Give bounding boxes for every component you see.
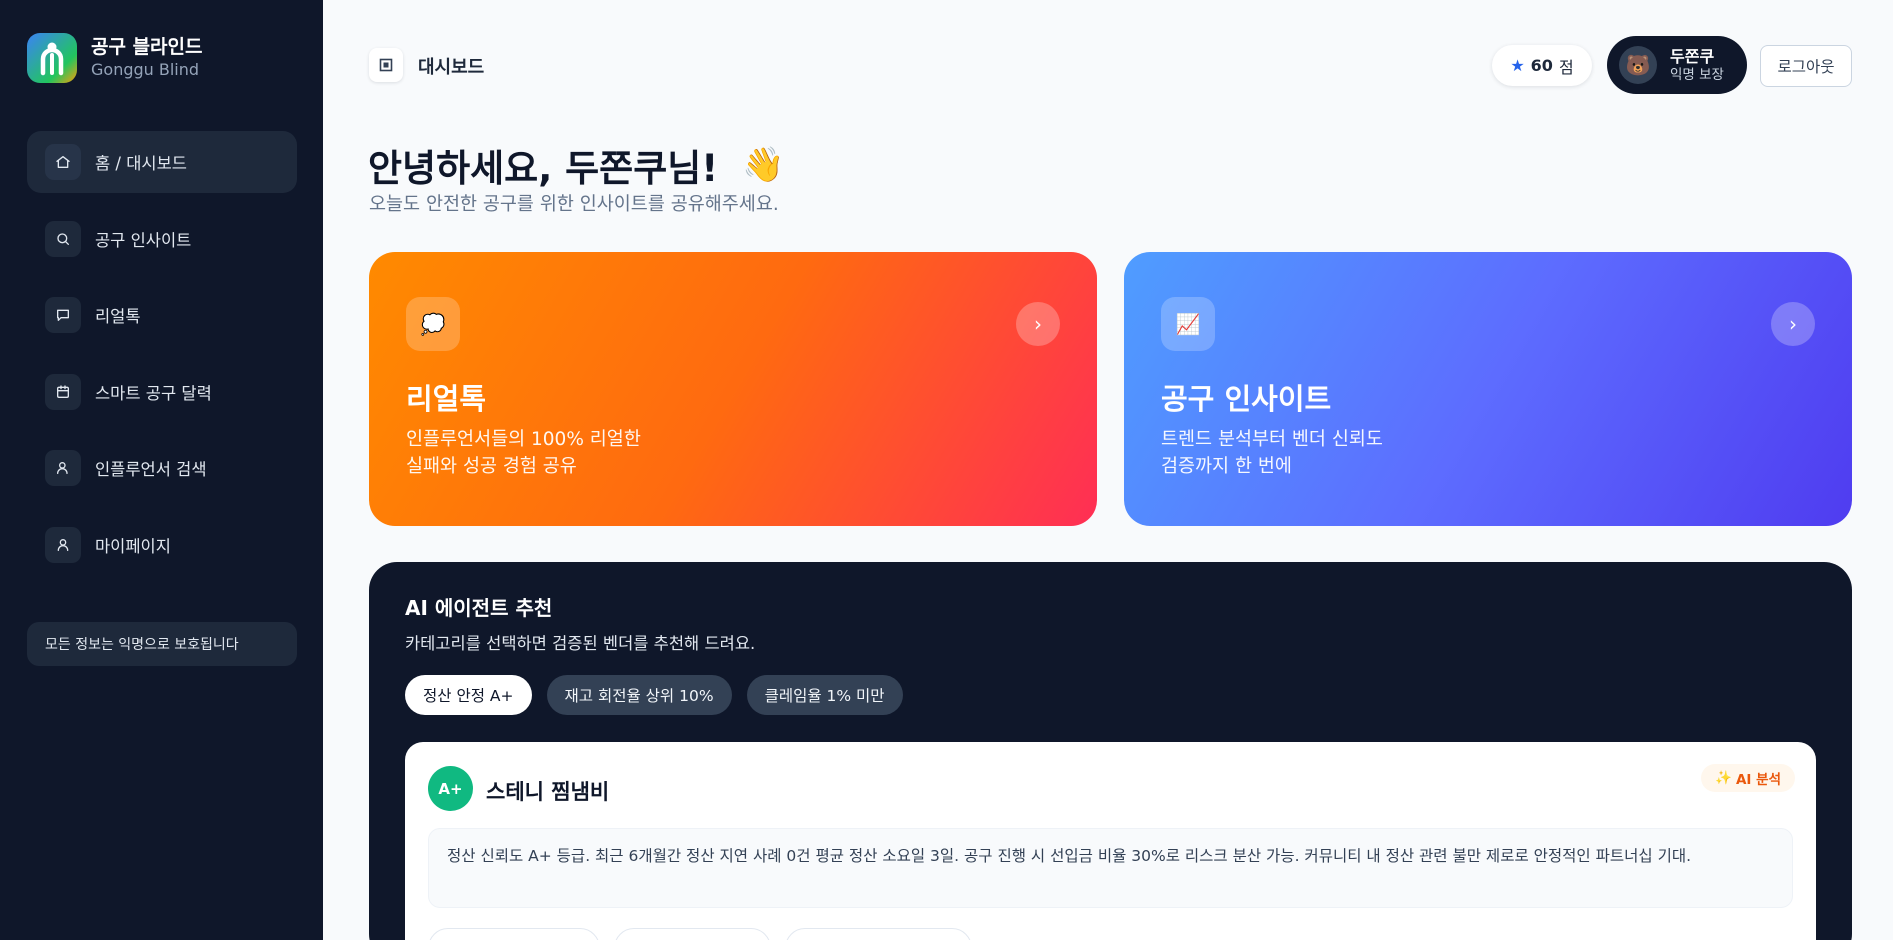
insight-card[interactable]: 📈 › 공구 인사이트 트렌드 분석부터 벤더 신뢰도 검증까지 한 번에 [1124,252,1852,526]
sidebar-item-realtalk[interactable]: 리얼톡 [27,284,297,346]
avatar: 🐻 [1619,46,1657,84]
card-description-line: 실패와 성공 경험 공유 [406,456,577,477]
profile-chip[interactable]: 🐻 두쫀쿠 익명 보장 [1607,36,1747,94]
vendor-tags [428,928,972,940]
sidebar-item-label: 스마트 공구 달력 [95,383,212,403]
ai-panel-title: AI 에이전트 추천 [405,596,553,620]
user-search-icon [45,450,81,486]
points-value: 60 [1530,56,1553,75]
search-icon [45,220,81,257]
sidebar: 공구 블라인드 Gonggu Blind 홈 / 대시보드 공구 인사이트 리얼… [0,0,323,940]
card-title: 리얼톡 [406,382,487,416]
chevron-right-icon[interactable]: › [1016,302,1060,346]
breadcrumb: 대시보드 [418,57,485,78]
greeting-text: 안녕하세요, 두쫀쿠님! [368,147,719,190]
home-icon [45,144,81,180]
greeting-title: 안녕하세요, 두쫀쿠님! 👋 [368,138,785,192]
sidebar-item-mypage[interactable]: 마이페이지 [27,514,297,576]
card-description-line: 트렌드 분석부터 벤더 신뢰도 [1161,429,1383,450]
points-unit: 점 [1558,57,1574,77]
category-chips: 정산 안정 A+ 재고 회전율 상위 10% 클레임율 1% 미만 [405,675,903,715]
thought-bubble-icon: 💭 [406,297,460,351]
sidebar-item-influencer-search[interactable]: 인플루언서 검색 [27,437,297,499]
card-description-line: 인플루언서들의 100% 리얼한 [406,429,641,450]
user-icon [45,526,81,563]
grade-badge: A+ [428,766,473,811]
vendor-card[interactable]: A+ 스테니 찜냄비 ✨ AI 분석 정산 신뢰도 A+ 등급. 최근 6개월간… [405,742,1816,940]
sidebar-item-home[interactable]: 홈 / 대시보드 [27,131,297,193]
card-description-line: 검증까지 한 번에 [1161,456,1292,477]
sidebar-item-label: 마이페이지 [95,536,171,556]
chip-inventory-turnover[interactable]: 재고 회전율 상위 10% [546,675,732,715]
calendar-icon [45,373,81,410]
chart-up-icon: 📈 [1161,297,1215,351]
chip-claim-rate[interactable]: 클레임율 1% 미만 [746,675,903,715]
chat-bubble-icon [45,297,81,333]
ai-panel-subtitle: 카테고리를 선택하면 검증된 벤더를 추천해 드려요. [405,634,756,653]
ai-recommendation-panel: AI 에이전트 추천 카테고리를 선택하면 검증된 벤더를 추천해 드려요. 정… [369,562,1852,940]
sidebar-item-label: 홈 / 대시보드 [95,154,187,173]
privacy-note: 모든 정보는 익명으로 보호됩니다 [27,622,297,666]
waving-hand-icon: 👋 [742,145,785,185]
sidebar-item-label: 공구 인사이트 [95,230,192,250]
realtalk-card[interactable]: 💭 › 리얼톡 인플루언서들의 100% 리얼한 실패와 성공 경험 공유 [369,252,1097,526]
card-description: 인플루언서들의 100% 리얼한 실패와 성공 경험 공유 [406,426,641,480]
brand-subtitle: Gonggu Blind [91,60,200,79]
dashboard-icon [369,48,403,82]
ai-analysis-badge: ✨ AI 분석 [1701,764,1795,792]
star-icon: ★ [1510,56,1525,75]
chip-settlement-stable[interactable]: 정산 안정 A+ [405,675,532,715]
brand[interactable]: 공구 블라인드 Gonggu Blind [27,33,203,83]
card-description: 트렌드 분석부터 벤더 신뢰도 검증까지 한 번에 [1161,426,1383,480]
profile-anonymity-label: 익명 보장 [1670,66,1724,83]
card-title: 공구 인사이트 [1161,382,1332,416]
logout-button[interactable]: 로그아웃 [1760,45,1852,87]
sparkle-icon: ✨ [1715,770,1732,786]
brand-title: 공구 블라인드 [91,36,203,58]
vendor-tag[interactable] [614,928,771,940]
sidebar-nav: 홈 / 대시보드 공구 인사이트 리얼톡 스마트 공구 달력 인플루언서 검색 [27,131,297,590]
sidebar-item-label: 리얼톡 [95,307,141,326]
points-badge: ★ 60 점 [1492,45,1592,86]
sidebar-item-insight[interactable]: 공구 인사이트 [27,208,297,270]
ai-badge-label: AI 분석 [1735,772,1781,788]
profile-name: 두쫀쿠 [1670,46,1715,66]
vendor-name: 스테니 찜냄비 [486,780,610,804]
sidebar-item-calendar[interactable]: 스마트 공구 달력 [27,361,297,423]
vendor-tag[interactable] [785,928,972,940]
brand-logo-icon [27,33,77,83]
greeting-subtitle: 오늘도 안전한 공구를 위한 인사이트를 공유해주세요. [369,194,779,215]
sidebar-item-label: 인플루언서 검색 [95,460,207,479]
chevron-right-icon[interactable]: › [1771,302,1815,346]
vendor-tag[interactable] [428,928,600,940]
vendor-description: 정산 신뢰도 A+ 등급. 최근 6개월간 정산 지연 사례 0건 평균 정산 … [428,828,1793,908]
